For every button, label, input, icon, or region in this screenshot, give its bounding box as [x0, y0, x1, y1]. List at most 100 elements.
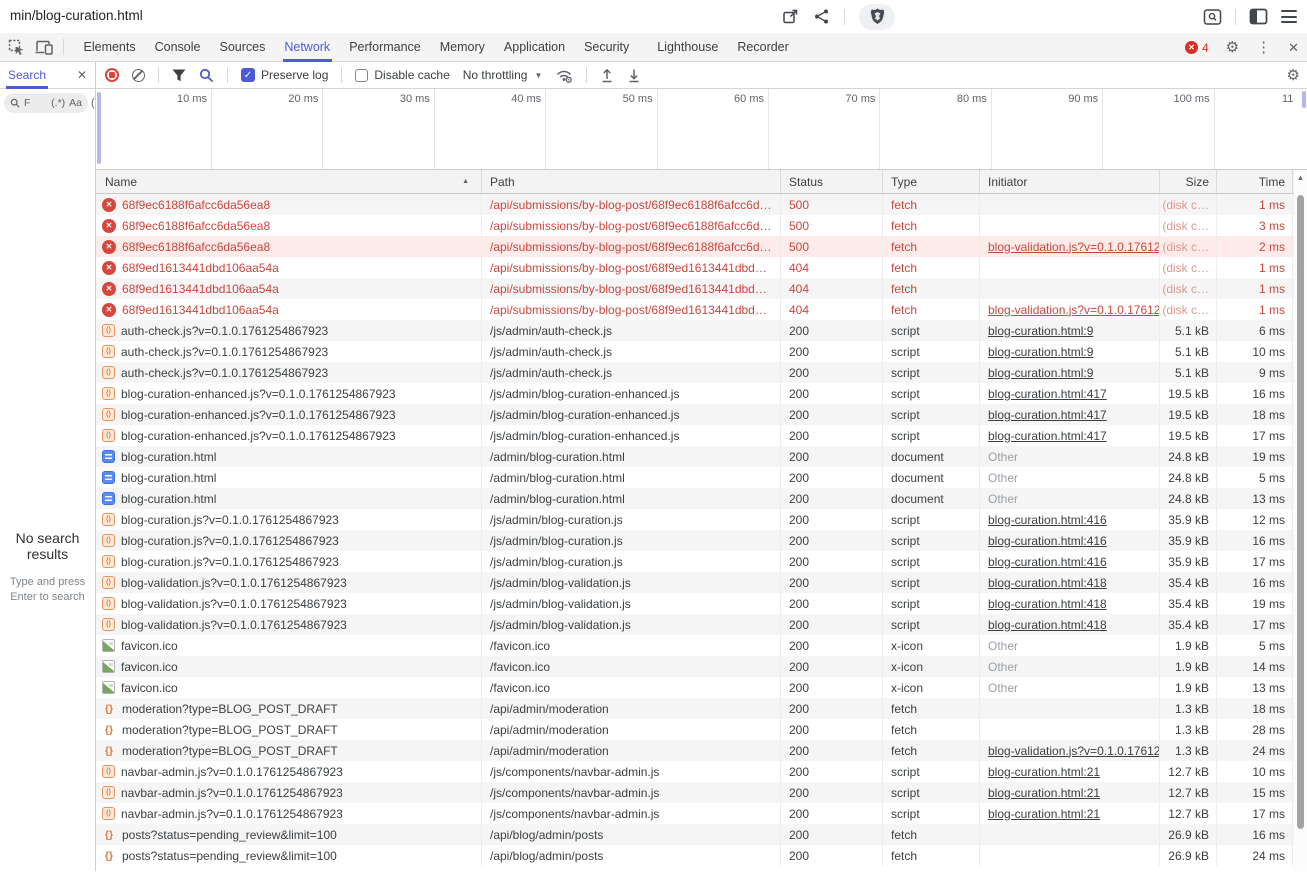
column-header-path[interactable]: Path: [482, 170, 781, 193]
initiator-text[interactable]: blog-curation.html:21: [988, 807, 1100, 821]
network-conditions-icon[interactable]: [555, 68, 573, 83]
initiator-text[interactable]: blog-validation.js?v=0.1.0.176125: [988, 303, 1160, 317]
throttling-select[interactable]: No throttling ▼: [463, 68, 543, 82]
tab-console[interactable]: Console: [145, 33, 210, 62]
tab-application[interactable]: Application: [494, 33, 574, 62]
initiator-text[interactable]: blog-curation.html:418: [988, 576, 1107, 590]
network-request-row[interactable]: {}moderation?type=BLOG_POST_DRAFT/api/ad…: [96, 698, 1307, 719]
network-request-row[interactable]: ()blog-curation.js?v=0.1.0.1761254867923…: [96, 551, 1307, 572]
network-request-row[interactable]: favicon.ico/favicon.ico200x-iconOther1.9…: [96, 677, 1307, 698]
clear-network-log-icon[interactable]: [132, 69, 145, 82]
network-request-row[interactable]: ()blog-validation.js?v=0.1.0.17612548679…: [96, 572, 1307, 593]
network-request-row[interactable]: ()navbar-admin.js?v=0.1.0.1761254867923/…: [96, 782, 1307, 803]
tab-memory[interactable]: Memory: [430, 33, 494, 62]
tab-recorder[interactable]: Recorder: [728, 33, 798, 62]
network-request-row[interactable]: ()auth-check.js?v=0.1.0.1761254867923/js…: [96, 362, 1307, 383]
preserve-log-checkbox[interactable]: ✓ Preserve log: [241, 68, 328, 82]
initiator-text[interactable]: blog-curation.html:416: [988, 534, 1107, 548]
share-icon[interactable]: [813, 8, 830, 25]
network-request-row[interactable]: ✕68f9ed1613441dbd106aa54a/api/submission…: [96, 299, 1307, 320]
initiator-text[interactable]: blog-curation.html:417: [988, 408, 1107, 422]
open-in-new-icon[interactable]: [782, 8, 799, 25]
console-error-badge[interactable]: ✕ 4: [1185, 41, 1209, 55]
network-request-row[interactable]: {}posts?status=pending_review&limit=100/…: [96, 845, 1307, 866]
network-request-row[interactable]: blog-curation.html/admin/blog-curation.h…: [96, 446, 1307, 467]
timeline-handle-left[interactable]: [97, 92, 101, 164]
regex-toggle[interactable]: (.*): [51, 97, 65, 109]
timeline-handle-right[interactable]: [1302, 91, 1306, 108]
settings-gear-icon[interactable]: ⚙: [1226, 40, 1239, 55]
column-header-initiator[interactable]: Initiator: [980, 170, 1160, 193]
network-request-row[interactable]: ✕68f9ed1613441dbd106aa54a/api/submission…: [96, 278, 1307, 299]
column-header-type[interactable]: Type: [883, 170, 980, 193]
network-request-row[interactable]: ✕68f9ec6188f6afcc6da56ea8/api/submission…: [96, 215, 1307, 236]
network-request-row[interactable]: ()navbar-admin.js?v=0.1.0.1761254867923/…: [96, 803, 1307, 824]
initiator-text[interactable]: blog-curation.html:417: [988, 429, 1107, 443]
menu-icon[interactable]: [1281, 10, 1297, 23]
initiator-text[interactable]: blog-curation.html:9: [988, 324, 1093, 338]
network-request-row[interactable]: favicon.ico/favicon.ico200x-iconOther1.9…: [96, 635, 1307, 656]
device-toolbar-icon[interactable]: [35, 39, 53, 55]
initiator-text[interactable]: blog-curation.html:9: [988, 366, 1093, 380]
vertical-scrollbar[interactable]: ▲: [1294, 170, 1307, 871]
network-request-row[interactable]: ()navbar-admin.js?v=0.1.0.1761254867923/…: [96, 761, 1307, 782]
search-tabs-icon[interactable]: [1203, 8, 1222, 26]
tab-network[interactable]: Network: [275, 33, 340, 62]
tab-sources[interactable]: Sources: [210, 33, 275, 62]
network-request-row[interactable]: ()auth-check.js?v=0.1.0.1761254867923/js…: [96, 341, 1307, 362]
tab-elements[interactable]: Elements: [74, 33, 145, 62]
initiator-text[interactable]: blog-validation.js?v=0.1.0.176125: [988, 240, 1160, 254]
network-request-row[interactable]: favicon.ico/favicon.ico200x-iconOther1.9…: [96, 656, 1307, 677]
network-request-row[interactable]: ()blog-curation-enhanced.js?v=0.1.0.1761…: [96, 425, 1307, 446]
network-request-row[interactable]: ()blog-validation.js?v=0.1.0.17612548679…: [96, 593, 1307, 614]
column-header-name[interactable]: Name▲: [96, 170, 482, 193]
network-request-row[interactable]: blog-curation.html/admin/blog-curation.h…: [96, 467, 1307, 488]
search-panel-tab[interactable]: Search: [6, 62, 48, 89]
initiator-text[interactable]: blog-curation.html:416: [988, 513, 1107, 527]
network-overview-timeline[interactable]: 10 ms20 ms30 ms40 ms50 ms60 ms70 ms80 ms…: [96, 89, 1307, 170]
column-header-time[interactable]: Time: [1217, 170, 1293, 193]
network-request-row[interactable]: blog-curation.html/admin/blog-curation.h…: [96, 488, 1307, 509]
scroll-up-arrow[interactable]: ▲: [1294, 173, 1307, 182]
network-request-row[interactable]: ()blog-curation-enhanced.js?v=0.1.0.1761…: [96, 383, 1307, 404]
column-header-status[interactable]: Status: [781, 170, 883, 193]
initiator-text[interactable]: blog-curation.html:416: [988, 555, 1107, 569]
initiator-text[interactable]: blog-curation.html:417: [988, 387, 1107, 401]
close-search-panel-icon[interactable]: ✕: [77, 68, 87, 82]
network-request-row[interactable]: ()blog-curation.js?v=0.1.0.1761254867923…: [96, 509, 1307, 530]
network-request-row[interactable]: {}moderation?type=BLOG_POST_DRAFT/api/ad…: [96, 719, 1307, 740]
initiator-text[interactable]: blog-curation.html:418: [988, 618, 1107, 632]
record-network-log-icon[interactable]: [105, 68, 119, 82]
filter-icon[interactable]: [172, 69, 186, 82]
initiator-text[interactable]: blog-validation.js?v=0.1.0.176125: [988, 744, 1160, 758]
search-network-icon[interactable]: [199, 68, 214, 83]
tab-lighthouse[interactable]: Lighthouse: [648, 33, 728, 62]
kebab-menu-icon[interactable]: ⋮: [1256, 40, 1271, 55]
tab-security[interactable]: Security: [575, 33, 639, 62]
network-settings-gear-icon[interactable]: ⚙: [1287, 68, 1300, 83]
search-input[interactable]: F (.*) Aa: [4, 93, 88, 113]
tab-performance[interactable]: Performance: [340, 33, 431, 62]
close-devtools-icon[interactable]: ✕: [1288, 41, 1299, 54]
network-request-row[interactable]: ()blog-curation-enhanced.js?v=0.1.0.1761…: [96, 404, 1307, 425]
network-request-row[interactable]: ✕68f9ec6188f6afcc6da56ea8/api/submission…: [96, 194, 1307, 215]
network-request-row[interactable]: ✕68f9ed1613441dbd106aa54a/api/submission…: [96, 257, 1307, 278]
initiator-text[interactable]: blog-curation.html:418: [988, 597, 1107, 611]
network-request-row[interactable]: ✕68f9ec6188f6afcc6da56ea8/api/submission…: [96, 236, 1307, 257]
inspect-element-icon[interactable]: [8, 39, 25, 56]
initiator-text[interactable]: blog-curation.html:9: [988, 345, 1093, 359]
export-har-icon[interactable]: [600, 68, 614, 83]
network-request-row[interactable]: {}posts?status=pending_review&limit=100/…: [96, 824, 1307, 845]
network-request-row[interactable]: {}moderation?type=BLOG_POST_DRAFT/api/ad…: [96, 740, 1307, 761]
match-case-toggle[interactable]: Aa: [69, 97, 82, 109]
network-request-row[interactable]: ()auth-check.js?v=0.1.0.1761254867923/js…: [96, 320, 1307, 341]
initiator-text[interactable]: blog-curation.html:21: [988, 765, 1100, 779]
brave-shield-icon[interactable]: [859, 4, 895, 30]
import-har-icon[interactable]: [627, 68, 641, 83]
scrollbar-thumb[interactable]: [1297, 195, 1304, 829]
network-request-row[interactable]: ()blog-validation.js?v=0.1.0.17612548679…: [96, 614, 1307, 635]
network-request-row[interactable]: ()blog-curation.js?v=0.1.0.1761254867923…: [96, 530, 1307, 551]
initiator-text[interactable]: blog-curation.html:21: [988, 786, 1100, 800]
column-header-size[interactable]: Size: [1160, 170, 1217, 193]
disable-cache-checkbox[interactable]: Disable cache: [355, 68, 449, 82]
